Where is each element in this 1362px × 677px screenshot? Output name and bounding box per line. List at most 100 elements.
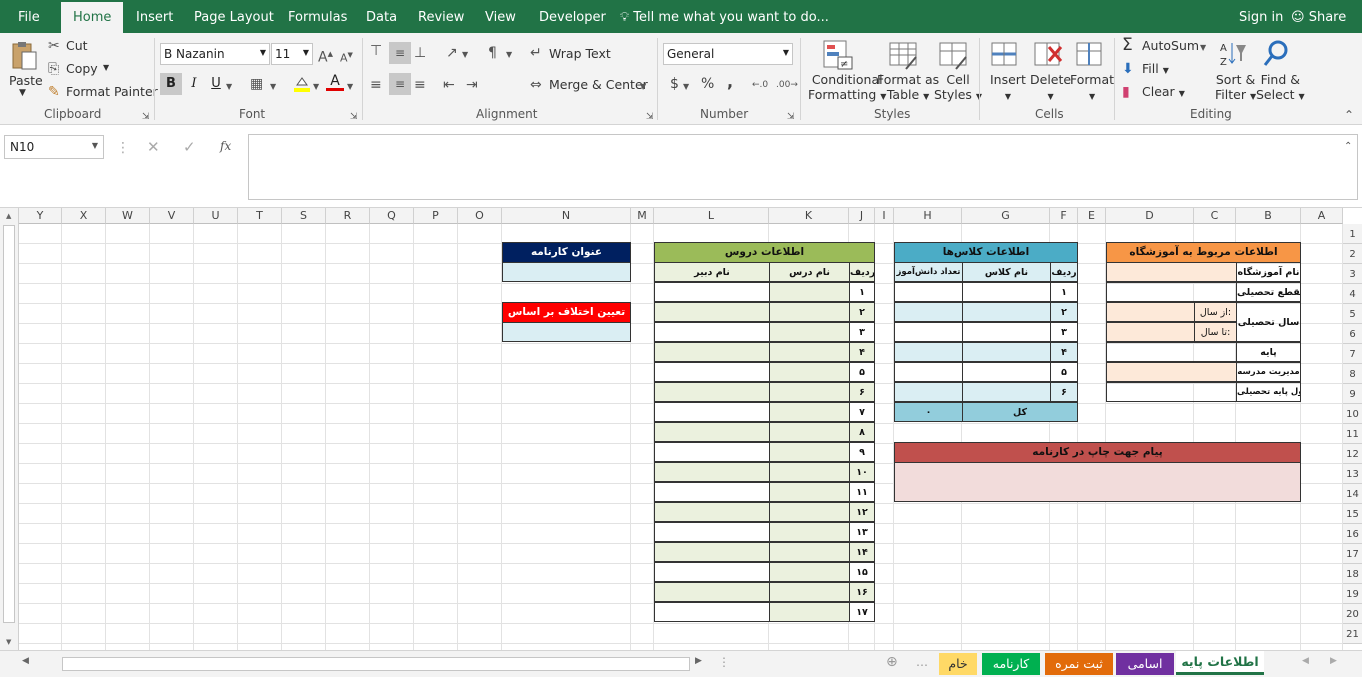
row-header-14[interactable]: 14 (1343, 484, 1362, 504)
course-name-cell[interactable] (769, 402, 850, 422)
sheet-tab-3[interactable]: ثبت نمره (1045, 653, 1113, 675)
row-header-3[interactable]: 3 (1343, 264, 1362, 284)
row-header-17[interactable]: 17 (1343, 544, 1362, 564)
copy-button[interactable]: Copy (66, 61, 98, 76)
sheet-options-icon[interactable]: … (916, 655, 928, 669)
principal-input[interactable] (1106, 362, 1237, 382)
insert-cells-button[interactable]: Insert ▼ (990, 72, 1026, 102)
orientation-icon[interactable]: ↗ (446, 45, 458, 61)
borders-dropdown-icon[interactable]: ▼ (270, 79, 276, 95)
col-header-b[interactable]: B (1236, 208, 1301, 224)
currency-dropdown-icon[interactable]: ▼ (683, 79, 689, 95)
paste-button[interactable]: Paste (9, 73, 43, 88)
align-top-icon[interactable]: ⊤ (370, 43, 382, 59)
paste-icon[interactable] (8, 40, 40, 72)
borders-icon[interactable]: ▦ (250, 76, 263, 92)
copy-dropdown-icon[interactable]: ▼ (103, 63, 109, 72)
sheet-tab-4[interactable]: کارنامه (982, 653, 1040, 675)
message-input[interactable] (894, 462, 1301, 502)
underline-dropdown-icon[interactable]: ▼ (226, 79, 232, 95)
col-header-u[interactable]: U (194, 208, 238, 224)
school-name-input[interactable] (1106, 262, 1237, 282)
paste-dropdown-icon[interactable]: ▼ (19, 88, 26, 98)
clipboard-launcher-icon[interactable]: ⇲ (142, 109, 150, 125)
italic-button[interactable]: I (184, 73, 204, 95)
col-header-n[interactable]: N (502, 208, 631, 224)
new-sheet-icon[interactable]: ⊕ (886, 654, 898, 670)
decrease-font-icon[interactable]: A▼ (340, 47, 353, 67)
course-teacher-cell[interactable] (654, 322, 770, 342)
course-teacher-cell[interactable] (654, 562, 770, 582)
col-header-l[interactable]: L (654, 208, 769, 224)
col-header-v[interactable]: V (150, 208, 194, 224)
course-teacher-cell[interactable] (654, 282, 770, 302)
row-header-13[interactable]: 13 (1343, 464, 1362, 484)
format-cells-button[interactable]: Format ▼ (1070, 72, 1114, 102)
align-left-icon[interactable]: ≡ (370, 77, 382, 93)
align-center-icon[interactable]: ≡ (389, 73, 411, 95)
insert-function-button[interactable]: fx (220, 139, 231, 153)
share-button[interactable]: ☺ Share (1291, 0, 1346, 33)
fill-dropdown-icon[interactable]: ▼ (313, 79, 319, 95)
col-header-c[interactable]: C (1194, 208, 1236, 224)
format-painter-button[interactable]: Format Painter (66, 84, 158, 99)
col-header-o[interactable]: O (458, 208, 502, 224)
align-middle-icon[interactable]: ≡ (389, 42, 411, 64)
tab-insert[interactable]: Insert (136, 0, 173, 33)
course-name-cell[interactable] (769, 482, 850, 502)
conditional-formatting-button[interactable]: Conditional Formatting ▼ (808, 72, 886, 102)
clear-button[interactable]: Clear ▼ (1142, 84, 1185, 99)
font-name-select[interactable]: B Nazanin ▼ (160, 43, 270, 65)
align-bottom-icon[interactable]: ⊥ (414, 45, 426, 61)
course-teacher-cell[interactable] (654, 402, 770, 422)
course-name-cell[interactable] (769, 362, 850, 382)
horizontal-scrollbar[interactable] (62, 657, 690, 671)
to-year-input[interactable] (1106, 322, 1195, 342)
course-name-cell[interactable] (769, 322, 850, 342)
row-header-18[interactable]: 18 (1343, 564, 1362, 584)
course-name-cell[interactable] (769, 342, 850, 362)
col-header-a[interactable]: A (1301, 208, 1343, 224)
difference-basis-input[interactable] (502, 322, 631, 342)
course-teacher-cell[interactable] (654, 602, 770, 622)
course-name-cell[interactable] (769, 422, 850, 442)
row-header-20[interactable]: 20 (1343, 604, 1362, 624)
class-name-cell[interactable] (962, 382, 1051, 402)
tell-me-box[interactable]: 💡︎ Tell me what you want to do... (620, 0, 829, 33)
col-header-q[interactable]: Q (370, 208, 414, 224)
row-header-7[interactable]: 7 (1343, 344, 1362, 364)
course-name-cell[interactable] (769, 582, 850, 602)
course-name-cell[interactable] (769, 382, 850, 402)
sign-in-link[interactable]: Sign in (1239, 0, 1283, 33)
class-count-cell[interactable] (894, 362, 963, 382)
row-header-2[interactable]: 2 (1343, 244, 1362, 264)
merge-center-button[interactable]: Merge & Center (549, 77, 648, 92)
tab-splitter-icon[interactable]: ⋮ (718, 655, 730, 669)
grade-input[interactable] (1106, 342, 1237, 362)
align-right-icon[interactable]: ≡ (414, 77, 426, 93)
tab-page-layout[interactable]: Page Layout (194, 0, 274, 33)
row-header-5[interactable]: 5 (1343, 304, 1362, 324)
col-header-k[interactable]: K (769, 208, 849, 224)
row-header-1[interactable]: 1 (1343, 224, 1362, 244)
row-header-4[interactable]: 4 (1343, 284, 1362, 304)
level-input[interactable] (1106, 282, 1237, 302)
tab-developer[interactable]: Developer (539, 0, 606, 33)
rtl-direction-icon[interactable]: ¶ (488, 45, 497, 61)
class-name-cell[interactable] (962, 282, 1051, 302)
tab-view[interactable]: View (485, 0, 516, 33)
row-header-8[interactable]: 8 (1343, 364, 1362, 384)
prev-sheet-icon[interactable]: ◀ (1302, 656, 1309, 666)
col-header-p[interactable]: P (414, 208, 458, 224)
row-header-15[interactable]: 15 (1343, 504, 1362, 524)
col-header-f[interactable]: F (1050, 208, 1078, 224)
increase-decimal-icon[interactable]: ←.0 (752, 77, 768, 93)
underline-button[interactable]: U (206, 73, 226, 95)
merge-dropdown-icon[interactable]: ▼ (640, 79, 646, 95)
course-name-cell[interactable] (769, 502, 850, 522)
course-teacher-cell[interactable] (654, 442, 770, 462)
sheet-tab-2[interactable]: اسامی (1116, 653, 1174, 675)
col-header-w[interactable]: W (106, 208, 150, 224)
increase-indent-icon[interactable]: ⇥ (466, 77, 478, 93)
course-name-cell[interactable] (769, 442, 850, 462)
